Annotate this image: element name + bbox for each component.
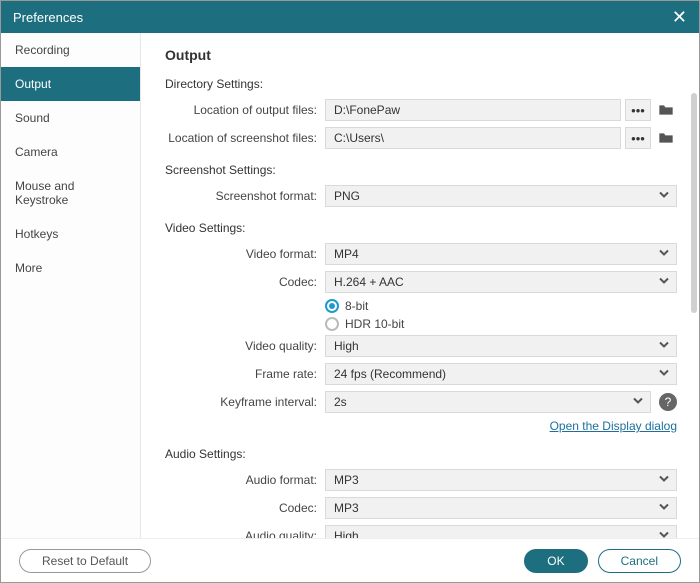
- close-icon[interactable]: ✕: [672, 8, 687, 26]
- window-title: Preferences: [13, 10, 672, 25]
- radio-unchecked-icon: [325, 317, 339, 331]
- audio-codec-label: Codec:: [165, 501, 325, 515]
- sidebar-item-output[interactable]: Output: [1, 67, 140, 101]
- audio-format-select[interactable]: MP3: [325, 469, 677, 491]
- screenshot-format-row: Screenshot format: PNG: [165, 185, 677, 207]
- display-dialog-link[interactable]: Open the Display dialog: [550, 419, 677, 433]
- screenshot-section-title: Screenshot Settings:: [165, 163, 677, 177]
- directory-section-title: Directory Settings:: [165, 77, 677, 91]
- sidebar-item-sound[interactable]: Sound: [1, 101, 140, 135]
- sidebar-item-camera[interactable]: Camera: [1, 135, 140, 169]
- chevron-down-icon: [658, 367, 670, 382]
- screenshot-path-input[interactable]: [325, 127, 621, 149]
- video-quality-value: High: [334, 339, 359, 353]
- display-dialog-link-row: Open the Display dialog: [165, 419, 677, 433]
- chevron-down-icon: [632, 395, 644, 410]
- chevron-down-icon: [658, 247, 670, 262]
- footer: Reset to Default OK Cancel: [1, 538, 699, 582]
- folder-icon[interactable]: [655, 127, 677, 149]
- page-title: Output: [165, 47, 677, 63]
- audio-format-value: MP3: [334, 473, 359, 487]
- sidebar-item-more[interactable]: More: [1, 251, 140, 285]
- scrollbar[interactable]: [691, 93, 697, 313]
- ok-button[interactable]: OK: [524, 549, 587, 573]
- keyframe-interval-row: Keyframe interval: 2s ?: [165, 391, 677, 413]
- radio-checked-icon: [325, 299, 339, 313]
- video-format-row: Video format: MP4: [165, 243, 677, 265]
- bitdepth-hdr-radio[interactable]: HDR 10-bit: [325, 317, 677, 331]
- video-codec-select[interactable]: H.264 + AAC: [325, 271, 677, 293]
- bitdepth-8bit-radio[interactable]: 8-bit: [325, 299, 677, 313]
- screenshot-format-label: Screenshot format:: [165, 189, 325, 203]
- audio-codec-row: Codec: MP3: [165, 497, 677, 519]
- screenshot-path-browse-button[interactable]: •••: [625, 127, 651, 149]
- video-quality-label: Video quality:: [165, 339, 325, 353]
- chevron-down-icon: [658, 501, 670, 516]
- audio-section-title: Audio Settings:: [165, 447, 677, 461]
- help-icon[interactable]: ?: [659, 393, 677, 411]
- chevron-down-icon: [658, 275, 670, 290]
- audio-format-label: Audio format:: [165, 473, 325, 487]
- reset-to-default-button[interactable]: Reset to Default: [19, 549, 151, 573]
- content: Output Directory Settings: Location of o…: [141, 33, 699, 538]
- video-quality-select[interactable]: High: [325, 335, 677, 357]
- chevron-down-icon: [658, 529, 670, 539]
- cancel-button[interactable]: Cancel: [598, 549, 681, 573]
- video-codec-label: Codec:: [165, 275, 325, 289]
- chevron-down-icon: [658, 189, 670, 204]
- video-codec-value: H.264 + AAC: [334, 275, 404, 289]
- bitdepth-8bit-label: 8-bit: [345, 299, 368, 313]
- screenshot-format-select[interactable]: PNG: [325, 185, 677, 207]
- sidebar-item-mouse-keystroke[interactable]: Mouse and Keystroke: [1, 169, 140, 217]
- output-path-label: Location of output files:: [165, 103, 325, 117]
- audio-codec-select[interactable]: MP3: [325, 497, 677, 519]
- video-format-label: Video format:: [165, 247, 325, 261]
- output-path-browse-button[interactable]: •••: [625, 99, 651, 121]
- sidebar: Recording Output Sound Camera Mouse and …: [1, 33, 141, 538]
- audio-quality-value: High: [334, 529, 359, 538]
- audio-format-row: Audio format: MP3: [165, 469, 677, 491]
- chevron-down-icon: [658, 473, 670, 488]
- frame-rate-row: Frame rate: 24 fps (Recommend): [165, 363, 677, 385]
- content-inner: Output Directory Settings: Location of o…: [141, 33, 699, 538]
- chevron-down-icon: [658, 339, 670, 354]
- sidebar-item-recording[interactable]: Recording: [1, 33, 140, 67]
- frame-rate-select[interactable]: 24 fps (Recommend): [325, 363, 677, 385]
- preferences-window: Preferences ✕ Recording Output Sound Cam…: [0, 0, 700, 583]
- audio-codec-value: MP3: [334, 501, 359, 515]
- body: Recording Output Sound Camera Mouse and …: [1, 33, 699, 538]
- frame-rate-value: 24 fps (Recommend): [334, 367, 446, 381]
- audio-quality-row: Audio quality: High: [165, 525, 677, 538]
- frame-rate-label: Frame rate:: [165, 367, 325, 381]
- sidebar-item-hotkeys[interactable]: Hotkeys: [1, 217, 140, 251]
- keyframe-interval-value: 2s: [334, 395, 347, 409]
- titlebar: Preferences ✕: [1, 1, 699, 33]
- video-section-title: Video Settings:: [165, 221, 677, 235]
- video-codec-row: Codec: H.264 + AAC: [165, 271, 677, 293]
- screenshot-format-value: PNG: [334, 189, 360, 203]
- folder-icon[interactable]: [655, 99, 677, 121]
- keyframe-interval-select[interactable]: 2s: [325, 391, 651, 413]
- audio-quality-label: Audio quality:: [165, 529, 325, 538]
- video-format-select[interactable]: MP4: [325, 243, 677, 265]
- bitdepth-hdr-label: HDR 10-bit: [345, 317, 404, 331]
- video-quality-row: Video quality: High: [165, 335, 677, 357]
- keyframe-interval-label: Keyframe interval:: [165, 395, 325, 409]
- screenshot-path-row: Location of screenshot files: •••: [165, 127, 677, 149]
- output-path-input[interactable]: [325, 99, 621, 121]
- screenshot-path-label: Location of screenshot files:: [165, 131, 325, 145]
- output-path-row: Location of output files: •••: [165, 99, 677, 121]
- video-format-value: MP4: [334, 247, 359, 261]
- audio-quality-select[interactable]: High: [325, 525, 677, 538]
